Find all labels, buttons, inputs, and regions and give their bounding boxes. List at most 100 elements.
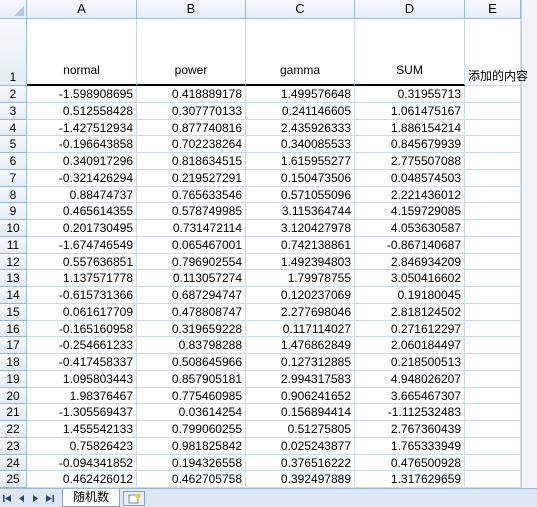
cell-C[interactable]: 0.376516222 [246, 454, 355, 472]
cell-A[interactable]: 0.340917296 [27, 153, 137, 170]
row-header[interactable]: 4 [0, 119, 27, 137]
vertical-scrollbar[interactable] [521, 102, 537, 120]
row-header[interactable]: 13 [0, 270, 27, 287]
cell-C[interactable]: 0.742138861 [246, 236, 355, 254]
cell-B[interactable]: 0.478808747 [137, 303, 246, 321]
column-header-E[interactable]: E [465, 0, 521, 19]
vertical-scrollbar[interactable] [521, 220, 537, 237]
vertical-scrollbar[interactable] [521, 236, 537, 254]
cell-D[interactable]: -1.112532483 [355, 404, 465, 421]
cell-A[interactable]: -1.427512934 [27, 119, 137, 137]
row-header[interactable]: 15 [0, 303, 27, 321]
cell-A[interactable]: -0.254661233 [27, 337, 137, 354]
cell-C[interactable]: 1.79978755 [246, 270, 355, 287]
vertical-scrollbar[interactable] [521, 186, 537, 204]
column-header-A[interactable]: A [27, 0, 137, 19]
cell-E[interactable] [465, 220, 521, 237]
cell-B[interactable]: 0.065467001 [137, 236, 246, 254]
row-header[interactable]: 8 [0, 186, 27, 204]
cell-C[interactable]: 1.499576648 [246, 86, 355, 103]
row-header[interactable]: 20 [0, 387, 27, 405]
cell-D[interactable]: 4.948026207 [355, 370, 465, 388]
cell-C[interactable]: 0.241146605 [246, 102, 355, 120]
cell-A[interactable]: 1.137571778 [27, 270, 137, 287]
header-cell-normal[interactable]: normal [27, 19, 137, 86]
cell-A[interactable]: -0.417458337 [27, 354, 137, 371]
vertical-scrollbar[interactable] [521, 153, 537, 170]
prev-sheet-icon[interactable] [14, 490, 28, 506]
header-cell-power[interactable]: power [137, 19, 246, 86]
cell-D[interactable]: 4.159729085 [355, 203, 465, 220]
cell-B[interactable]: 0.508645966 [137, 354, 246, 371]
row-header[interactable]: 3 [0, 102, 27, 120]
row-header[interactable]: 11 [0, 236, 27, 254]
vertical-scrollbar[interactable] [521, 203, 537, 220]
cell-C[interactable]: 0.392497889 [246, 471, 355, 488]
row-header[interactable]: 2 [0, 86, 27, 103]
cell-C[interactable]: 3.120427978 [246, 220, 355, 237]
cell-C[interactable]: 0.025243877 [246, 437, 355, 455]
vertical-scrollbar[interactable] [521, 136, 537, 153]
cell-E[interactable] [465, 404, 521, 421]
cell-E[interactable] [465, 471, 521, 488]
cell-C[interactable]: 0.906241652 [246, 387, 355, 405]
vertical-scrollbar[interactable] [521, 320, 537, 338]
cell-A[interactable]: 0.557636851 [27, 253, 137, 271]
insert-sheet-icon[interactable] [123, 490, 146, 506]
cell-C[interactable]: 0.156894414 [246, 404, 355, 421]
vertical-scrollbar[interactable] [521, 253, 537, 271]
cell-C[interactable]: 0.340085533 [246, 136, 355, 153]
cell-D[interactable]: 3.050416602 [355, 270, 465, 287]
vertical-scrollbar[interactable] [521, 421, 537, 438]
row-header[interactable]: 10 [0, 220, 27, 237]
cell-B[interactable]: 0.578749985 [137, 203, 246, 220]
cell-E[interactable] [465, 253, 521, 271]
cell-E1[interactable]: 添加的内容 [465, 19, 528, 86]
cell-B[interactable]: 0.687294747 [137, 287, 246, 304]
cell-B[interactable]: 0.83798288 [137, 337, 246, 354]
cell-D[interactable]: 1.061475167 [355, 102, 465, 120]
cell-A[interactable]: -1.305569437 [27, 404, 137, 421]
cell-E[interactable] [465, 337, 521, 354]
cell-B[interactable]: 0.194326558 [137, 454, 246, 472]
column-header-B[interactable]: B [137, 0, 246, 19]
cell-B[interactable]: 0.857905181 [137, 370, 246, 388]
cell-E[interactable] [465, 287, 521, 304]
cell-A[interactable]: 1.98376467 [27, 387, 137, 405]
row-header[interactable]: 14 [0, 287, 27, 304]
cell-E[interactable] [465, 86, 521, 103]
cell-C[interactable]: 0.51275805 [246, 421, 355, 438]
column-header-D[interactable]: D [355, 0, 465, 19]
cell-B[interactable]: 0.702238264 [137, 136, 246, 153]
cell-E[interactable] [465, 119, 521, 137]
row-header[interactable]: 19 [0, 370, 27, 388]
vertical-scrollbar[interactable] [521, 454, 537, 472]
cell-C[interactable]: 1.476862849 [246, 337, 355, 354]
cell-D[interactable]: 2.767360439 [355, 421, 465, 438]
cell-A[interactable]: 1.455542133 [27, 421, 137, 438]
cell-B[interactable]: 0.818634515 [137, 153, 246, 170]
sheet-tab-random[interactable]: 随机数 [62, 488, 121, 507]
cell-D[interactable]: -0.867140687 [355, 236, 465, 254]
cell-D[interactable]: 0.048574503 [355, 169, 465, 187]
cell-D[interactable]: 0.218500513 [355, 354, 465, 371]
cell-B[interactable]: 0.03614254 [137, 404, 246, 421]
cell-E[interactable] [465, 236, 521, 254]
cell-E[interactable] [465, 387, 521, 405]
cell-B[interactable]: 0.981825842 [137, 437, 246, 455]
cell-A[interactable]: 0.75826423 [27, 437, 137, 455]
cell-A[interactable]: 0.88474737 [27, 186, 137, 204]
cell-B[interactable]: 0.418889178 [137, 86, 246, 103]
cell-D[interactable]: 0.271612297 [355, 320, 465, 338]
cell-A[interactable]: 0.462426012 [27, 471, 137, 488]
cell-D[interactable]: 1.886154214 [355, 119, 465, 137]
cell-D[interactable]: 0.476500928 [355, 454, 465, 472]
cell-E[interactable] [465, 203, 521, 220]
cell-A[interactable]: -0.615731366 [27, 287, 137, 304]
cell-D[interactable]: 1.317629659 [355, 471, 465, 488]
vertical-scrollbar[interactable] [521, 287, 537, 304]
cell-E[interactable] [465, 102, 521, 120]
vertical-scrollbar[interactable] [521, 303, 537, 321]
row-header[interactable]: 9 [0, 203, 27, 220]
cell-C[interactable]: 3.115364744 [246, 203, 355, 220]
